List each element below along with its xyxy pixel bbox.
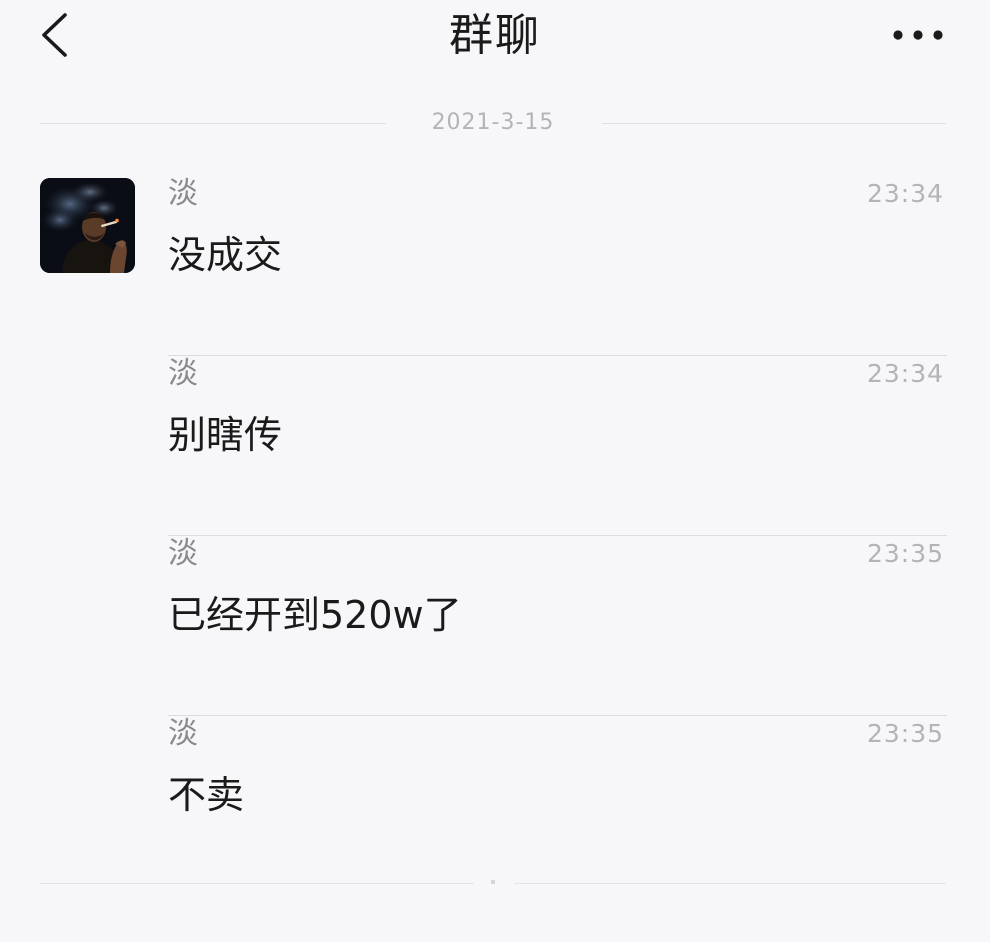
sender-name: 淡 <box>168 356 198 391</box>
message-time: 23:34 <box>866 179 944 208</box>
bottom-separator-line-right <box>514 883 946 884</box>
sender-name: 淡 <box>168 716 198 751</box>
message-item[interactable]: 淡 23:35 已经开到520w了 <box>168 536 947 716</box>
message-item[interactable]: 淡 23:34 别瞎传 <box>168 356 947 536</box>
date-separator: 2021-3-15 <box>40 108 946 138</box>
message-text: 没成交 <box>168 233 283 277</box>
avatar[interactable] <box>40 178 135 273</box>
page-title: 群聊 <box>449 10 541 61</box>
nav-bar: 群聊 <box>0 0 990 80</box>
message-time: 23:34 <box>866 359 944 388</box>
more-horizontal-icon <box>893 30 943 40</box>
sender-name: 淡 <box>168 536 198 571</box>
group-chat-screen: 群聊 2021-3-15 淡 23:34 没成交 淡 23:34 别瞎传 淡 2… <box>0 0 990 942</box>
message-time: 23:35 <box>866 719 944 748</box>
message-text: 已经开到520w了 <box>168 593 462 637</box>
sender-name: 淡 <box>168 176 198 211</box>
message-item[interactable]: 淡 23:35 不卖 <box>168 716 947 866</box>
avatar-image <box>40 178 135 273</box>
separator-dot <box>491 880 495 884</box>
message-item[interactable]: 淡 23:34 没成交 <box>168 176 947 356</box>
more-button[interactable] <box>890 20 946 50</box>
date-separator-line-right <box>602 123 946 124</box>
message-time: 23:35 <box>866 539 944 568</box>
message-text: 不卖 <box>168 773 245 817</box>
bottom-separator-line-left <box>40 883 474 884</box>
message-text: 别瞎传 <box>168 413 283 457</box>
bottom-separator <box>40 876 946 890</box>
